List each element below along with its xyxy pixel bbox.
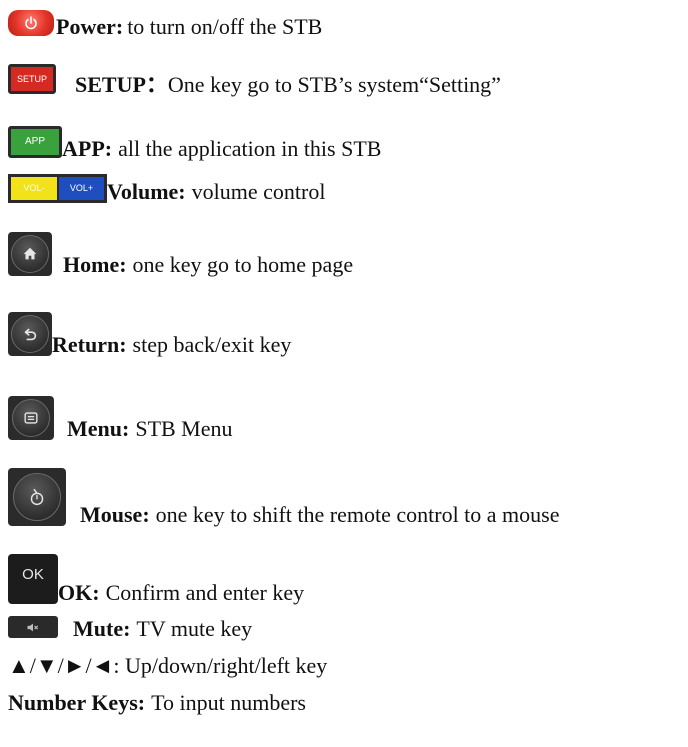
number-keys-row: Number Keys: To input numbers bbox=[8, 692, 306, 714]
home-icon bbox=[8, 232, 52, 276]
mute-icon bbox=[8, 616, 58, 638]
return-icon-disc bbox=[11, 315, 49, 353]
menu-icon bbox=[8, 396, 54, 440]
return-description: step back/exit key bbox=[132, 332, 292, 357]
volume-down-button-image: VOL- bbox=[8, 174, 57, 203]
power-icon bbox=[8, 10, 54, 36]
home-icon-disc bbox=[11, 235, 49, 273]
mouse-icon bbox=[8, 468, 66, 526]
mute-term: Mute: bbox=[73, 616, 131, 641]
menu-term: Menu: bbox=[67, 416, 130, 441]
mouse-row: Mouse: one key to shift the remote contr… bbox=[8, 468, 560, 526]
menu-icon-disc bbox=[12, 399, 50, 437]
mouse-description: one key to shift the remote control to a… bbox=[155, 502, 560, 527]
number-keys-description: To input numbers bbox=[151, 690, 306, 715]
mouse-term: Mouse: bbox=[80, 502, 150, 527]
mute-description: TV mute key bbox=[136, 616, 253, 641]
ok-button-image: OK bbox=[8, 554, 58, 604]
ok-row: OK OK: Confirm and enter key bbox=[8, 554, 304, 604]
app-row: APP APP: all the application in this STB bbox=[8, 126, 381, 160]
app-term: APP: bbox=[62, 136, 113, 161]
app-description: all the application in this STB bbox=[118, 136, 382, 161]
app-button-image: APP bbox=[8, 126, 62, 158]
volume-up-button-image: VOL+ bbox=[57, 174, 107, 203]
home-description: one key go to home page bbox=[132, 252, 354, 277]
volume-row: VOL- VOL+ Volume: volume control bbox=[8, 174, 325, 203]
return-icon bbox=[8, 312, 52, 356]
ok-term: OK: bbox=[58, 580, 100, 605]
power-row: Power: to turn on/off the STB bbox=[8, 10, 322, 38]
home-row: Home: one key go to home page bbox=[8, 232, 353, 276]
power-description: to turn on/off the STB bbox=[127, 14, 323, 39]
ok-description: Confirm and enter key bbox=[105, 580, 305, 605]
mute-row: Mute: TV mute key bbox=[8, 616, 252, 640]
mouse-icon-disc bbox=[13, 473, 61, 521]
home-term: Home: bbox=[63, 252, 127, 277]
setup-description: One key go to STB’s system“Setting” bbox=[167, 72, 501, 97]
setup-term: SETUP： bbox=[75, 72, 168, 97]
return-term: Return: bbox=[52, 332, 127, 357]
setup-button-image: SETUP bbox=[8, 64, 56, 94]
menu-row: Menu: STB Menu bbox=[8, 396, 233, 440]
return-row: Return: step back/exit key bbox=[8, 312, 291, 356]
number-keys-term: Number Keys: bbox=[8, 690, 146, 715]
volume-term: Volume: bbox=[107, 179, 186, 204]
power-term: Power: bbox=[56, 14, 124, 39]
arrow-keys-text: ▲/▼/►/◄: Up/down/right/left key bbox=[8, 653, 328, 678]
setup-row: SETUP SETUP： One key go to STB’s system“… bbox=[8, 64, 501, 96]
arrow-keys-row: ▲/▼/►/◄: Up/down/right/left key bbox=[8, 655, 327, 677]
menu-description: STB Menu bbox=[135, 416, 233, 441]
volume-description: volume control bbox=[191, 179, 326, 204]
